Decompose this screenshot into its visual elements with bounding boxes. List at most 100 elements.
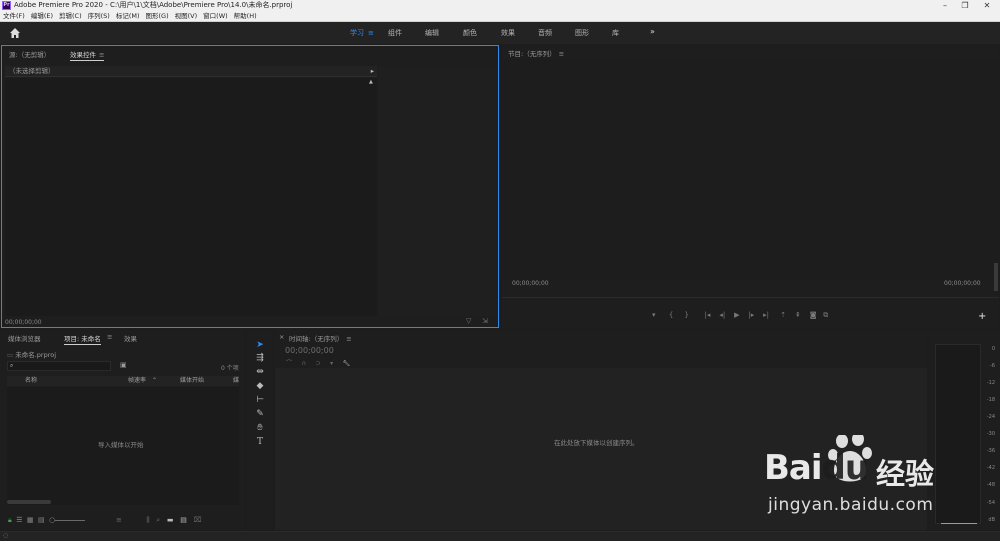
project-search-input[interactable]: ⌕ [7,361,111,371]
workspace-tab-learn[interactable]: 学习 ≡ [350,28,374,38]
razor-tool-icon[interactable]: ◆ [254,380,266,392]
nest-icon[interactable]: ⌒ [286,360,292,367]
workspace-tab-color[interactable]: 颜色 [463,28,477,38]
hand-tool-icon[interactable]: ✋︎ [254,422,266,434]
workspace-tab-effects[interactable]: 效果 [501,28,515,38]
menu-marker[interactable]: 标记(M) [113,11,143,22]
export-icon[interactable]: ⇲ [482,317,488,325]
pen-tool-icon[interactable]: ✎ [254,408,266,420]
tab-effects[interactable]: 效果 [124,333,137,343]
go-to-in-icon[interactable]: |◂ [705,311,711,319]
tab-timeline[interactable]: 时间轴:（无序列） ≡ [289,333,352,343]
workspace-tab-libraries[interactable]: 库 [612,28,619,38]
out-point-icon[interactable]: } [684,311,688,319]
trash-icon[interactable]: ⌧ [194,516,202,524]
add-button-icon[interactable]: + [978,311,986,322]
menu-edit[interactable]: 编辑(E) [28,11,56,22]
camera-icon[interactable]: ◙ [810,311,817,319]
automate-icon[interactable]: ⫼ [146,516,149,524]
home-icon[interactable] [9,27,21,39]
zoom-slider[interactable] [994,263,998,291]
play-arrow-icon[interactable]: ▸ [371,66,374,77]
panel-menu-icon[interactable]: ≡ [346,335,351,343]
close-tab-icon[interactable]: × [279,333,284,341]
in-point-icon[interactable]: { [669,311,673,319]
slip-tool-icon[interactable]: ⊢ [254,394,266,406]
lock-icon[interactable]: 🔒︎ [8,516,12,524]
menu-clip[interactable]: 剪辑(C) [56,11,85,22]
program-scrubber[interactable] [502,297,999,298]
column-media-start[interactable]: 媒体开始 [180,376,204,386]
menu-sequence[interactable]: 序列(S) [85,11,113,22]
menu-help[interactable]: 帮助(H) [231,11,260,22]
workspace-tab-audio[interactable]: 音频 [538,28,552,38]
horizontal-scrollbar[interactable] [7,500,51,504]
effect-controls-timecode: 00;00;00;00 [5,319,42,326]
panel-menu-icon[interactable]: ≡ [99,51,104,59]
new-bin-icon[interactable]: ▣ [120,361,127,369]
add-marker-icon[interactable]: ▾ [330,360,333,367]
program-viewer[interactable] [502,59,999,281]
timeline-timecode[interactable]: 00;00;00;00 [285,346,334,355]
scroll-up-icon[interactable]: ▲ [369,79,373,85]
play-icon[interactable]: ▶ [734,311,739,319]
marker-icon[interactable]: ▾ [652,311,656,319]
program-monitor-panel: 节目:（无序列） ≡ 00;00;00;00 00;00;00;00 ▾ { } … [502,45,999,328]
track-select-tool-icon[interactable]: ⇶ [254,352,266,364]
new-item-icon[interactable]: ▤ [180,516,187,524]
wrench-icon[interactable]: 🔧︎ [343,360,351,367]
menu-view[interactable]: 视图(V) [172,11,201,22]
new-bin-footer-icon[interactable]: ▬ [167,516,174,524]
project-panel: 媒体浏览器 项目: 未命名 ≡ 效果 ▭ 未命名.prproj ⌕ ▣ 0 个项… [0,330,244,530]
panel-menu-icon[interactable]: ≡ [107,333,112,341]
filter-icon[interactable]: ▽ [466,317,471,325]
column-frame-rate[interactable]: 帧速率 [128,376,146,386]
sort-ascending-icon[interactable]: ⌃ [152,376,157,386]
project-file-name: 未命名.prproj [15,351,57,359]
extract-icon[interactable]: ⇞ [795,311,801,319]
maximize-icon[interactable]: ❐ [954,0,976,11]
list-view-icon[interactable]: ☰ [16,516,22,524]
tab-project[interactable]: 项目: 未命名 [64,333,101,345]
comparison-icon[interactable]: ⧉ [823,311,828,319]
tab-source[interactable]: 源:（无剪辑） [9,49,50,59]
title-bar: Pr Adobe Premiere Pro 2020 - C:\用户\1\文档\… [0,0,1000,11]
column-name[interactable]: 名称 [25,376,37,386]
freeform-view-icon[interactable]: ▤ [38,516,45,524]
watermark-jingyan-cn: 经验 [876,457,935,491]
lift-icon[interactable]: ⇡ [780,311,786,319]
meter-label-minus24: -24 [986,414,995,420]
menu-file[interactable]: 文件(F) [0,11,28,22]
workspace-menu-icon[interactable]: ≡ [368,29,374,37]
panel-menu-icon[interactable]: ≡ [559,50,564,58]
menu-graphics[interactable]: 图形(G) [143,11,172,22]
meter-label-minus6: -6 [990,363,995,369]
column-media-extra[interactable]: 媒 [233,376,239,386]
find-icon[interactable]: ⌕ [156,516,160,524]
workspace-tab-editing[interactable]: 编辑 [425,28,439,38]
ripple-edit-tool-icon[interactable]: ⇹ [254,366,266,378]
step-back-icon[interactable]: ◂| [719,311,725,319]
linked-selection-icon[interactable]: ⊃ [316,360,321,367]
workspace-tab-graphics[interactable]: 图形 [575,28,589,38]
minimize-icon[interactable]: – [934,0,956,11]
tab-program[interactable]: 节目:（无序列） ≡ [508,48,564,58]
selection-tool-icon[interactable]: ➤ [254,339,266,351]
tab-media-browser[interactable]: 媒体浏览器 [8,333,41,343]
snap-icon[interactable]: ∩ [302,360,306,367]
close-icon[interactable]: ✕ [976,0,998,11]
menu-window[interactable]: 窗口(W) [200,11,231,22]
type-tool-icon[interactable]: T [254,436,266,448]
workspace-tab-assembly[interactable]: 组件 [388,28,402,38]
go-to-out-icon[interactable]: ▸| [763,311,769,319]
icon-view-icon[interactable]: ▦ [27,516,34,524]
step-forward-icon[interactable]: |▸ [748,311,754,319]
more-workspaces-icon[interactable]: » [650,27,655,36]
tab-effect-controls[interactable]: 效果控件 ≡ [70,49,105,61]
premiere-logo-icon: Pr [2,1,11,10]
panel-header: 媒体浏览器 项目: 未命名 ≡ 效果 [0,330,244,345]
sort-icon[interactable]: ≡ [116,516,122,524]
zoom-slider[interactable] [55,519,86,521]
tools-panel: ➤ ⇶ ⇹ ◆ ⊢ ✎ ✋︎ T [247,330,272,530]
watermark-url: jingyan.baidu.com [768,495,934,515]
